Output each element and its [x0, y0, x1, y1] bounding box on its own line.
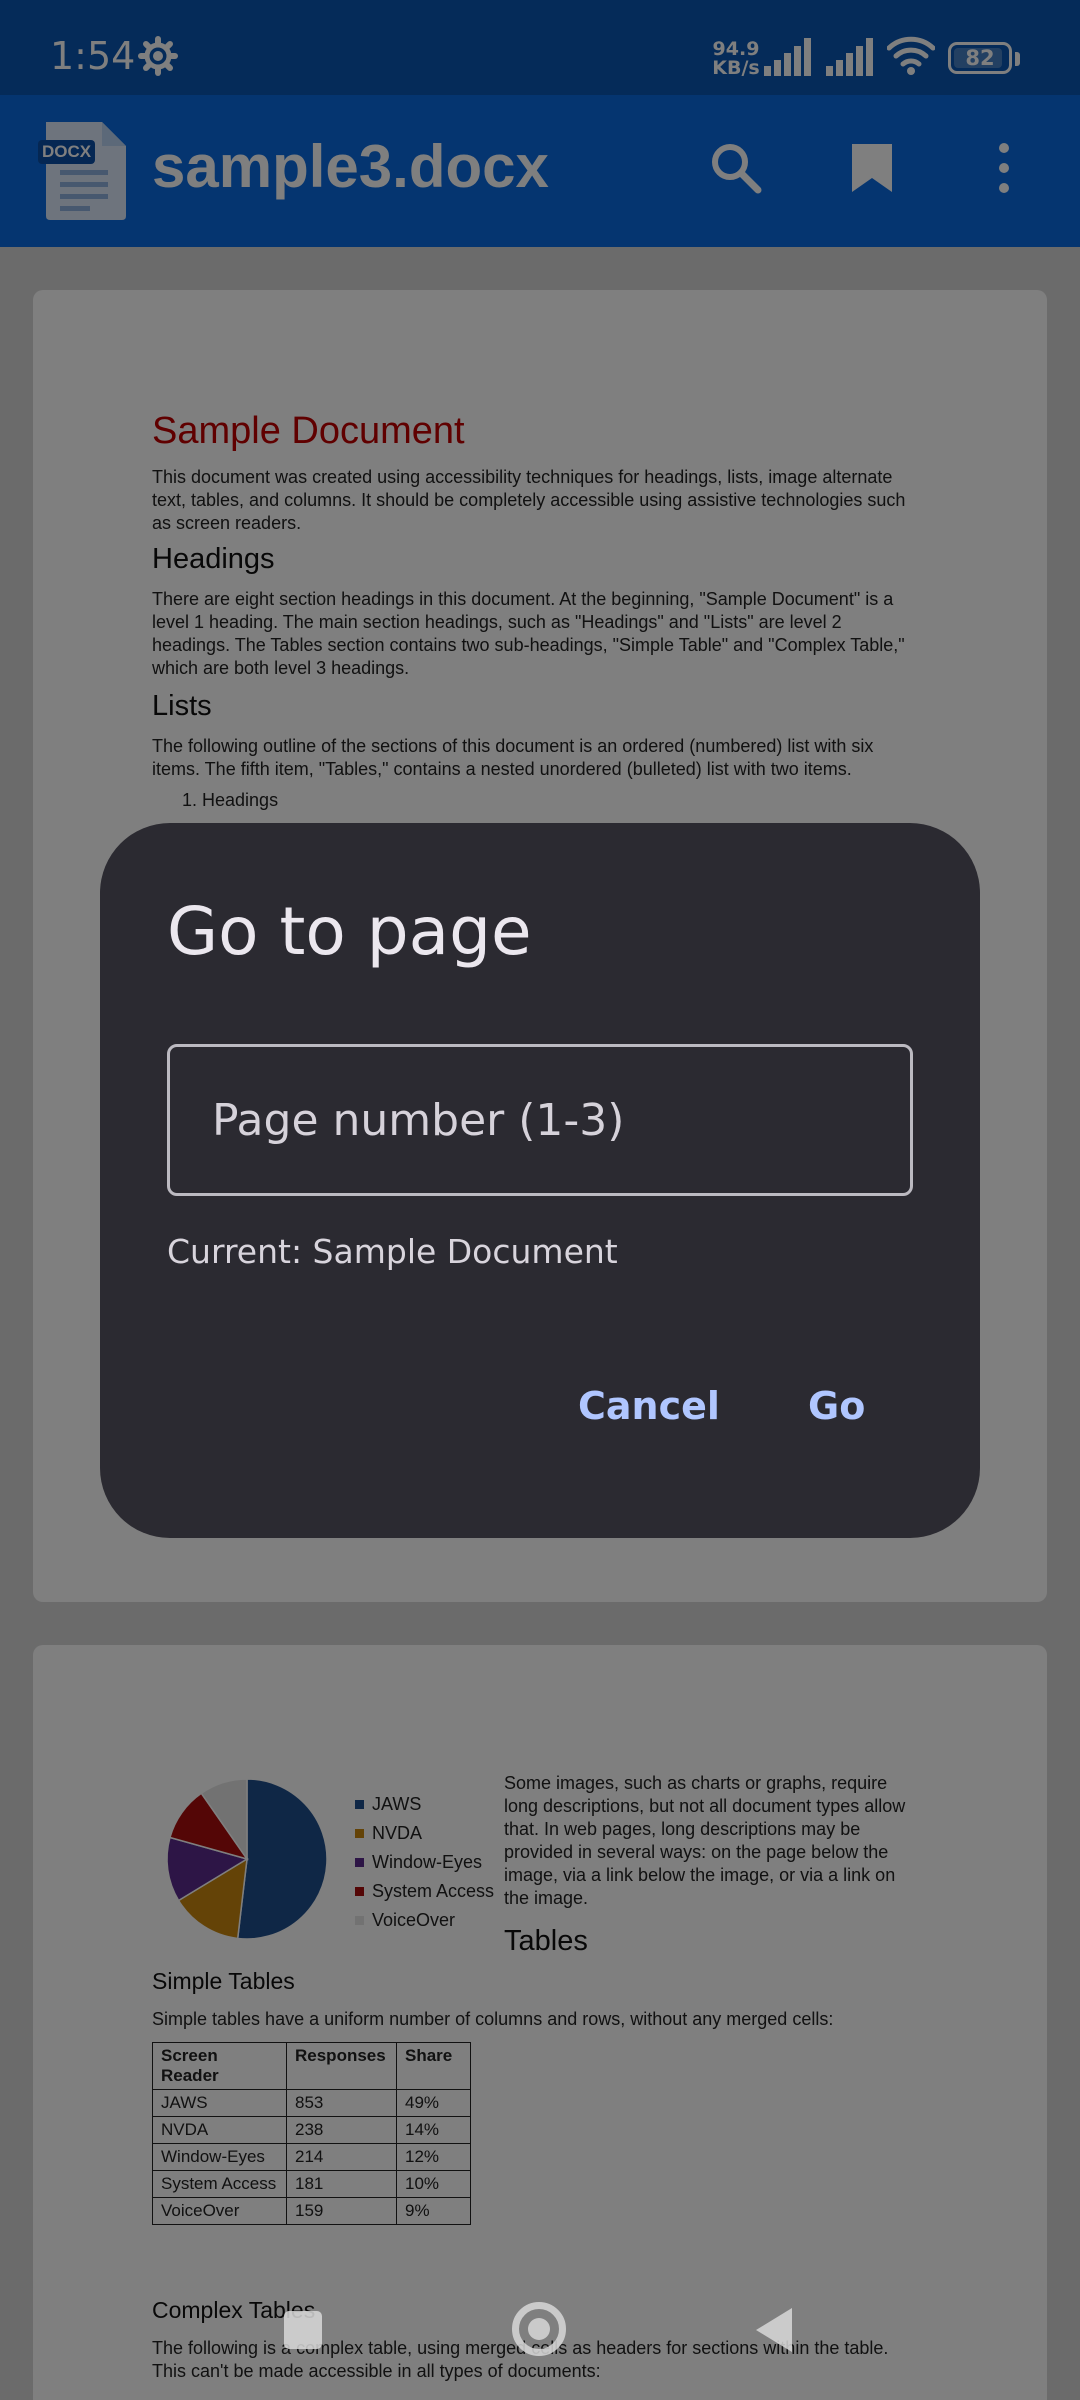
- current-page-label: Current: Sample Document: [167, 1232, 618, 1271]
- dialog-title: Go to page: [167, 893, 532, 970]
- back-button[interactable]: [756, 2308, 792, 2352]
- home-button[interactable]: [512, 2302, 566, 2356]
- cancel-button[interactable]: Cancel: [578, 1384, 720, 1428]
- page-number-input[interactable]: [167, 1044, 913, 1196]
- recent-apps-button[interactable]: [284, 2311, 322, 2349]
- go-button[interactable]: Go: [808, 1384, 865, 1428]
